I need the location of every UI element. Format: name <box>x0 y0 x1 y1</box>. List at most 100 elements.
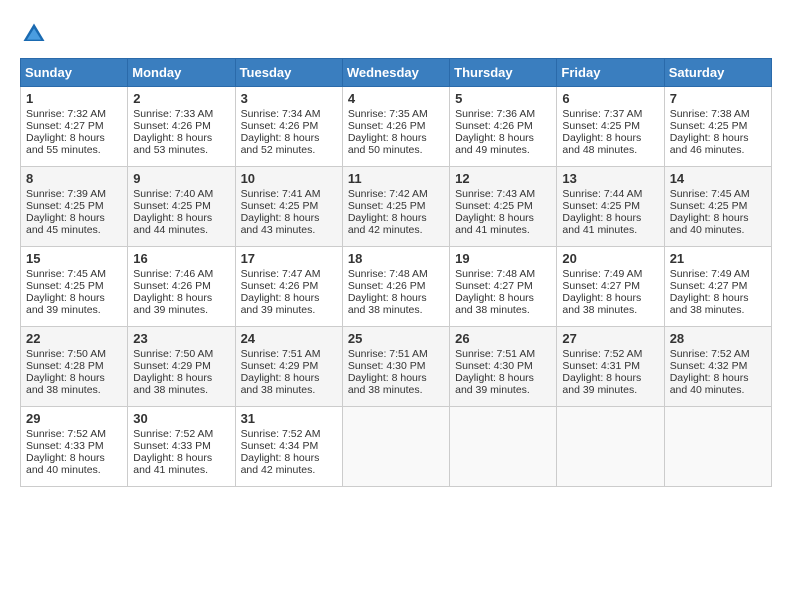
daylight-text: Daylight: 8 hours and 44 minutes. <box>133 212 212 236</box>
daylight-text: Daylight: 8 hours and 38 minutes. <box>133 372 212 396</box>
sunrise-text: Sunrise: 7:49 AM <box>670 268 750 280</box>
daylight-text: Daylight: 8 hours and 41 minutes. <box>455 212 534 236</box>
day-number: 3 <box>241 91 337 106</box>
sunrise-text: Sunrise: 7:45 AM <box>26 268 106 280</box>
sunset-text: Sunset: 4:31 PM <box>562 360 640 372</box>
day-number: 1 <box>26 91 122 106</box>
calendar-cell: 24Sunrise: 7:51 AMSunset: 4:29 PMDayligh… <box>235 327 342 407</box>
sunset-text: Sunset: 4:27 PM <box>670 280 748 292</box>
sunrise-text: Sunrise: 7:38 AM <box>670 108 750 120</box>
daylight-text: Daylight: 8 hours and 50 minutes. <box>348 132 427 156</box>
sunrise-text: Sunrise: 7:49 AM <box>562 268 642 280</box>
daylight-text: Daylight: 8 hours and 38 minutes. <box>670 292 749 316</box>
calendar-week-row: 15Sunrise: 7:45 AMSunset: 4:25 PMDayligh… <box>21 247 772 327</box>
day-number: 23 <box>133 331 229 346</box>
day-number: 18 <box>348 251 444 266</box>
sunset-text: Sunset: 4:34 PM <box>241 440 319 452</box>
daylight-text: Daylight: 8 hours and 43 minutes. <box>241 212 320 236</box>
sunset-text: Sunset: 4:26 PM <box>348 120 426 132</box>
calendar-cell: 2Sunrise: 7:33 AMSunset: 4:26 PMDaylight… <box>128 87 235 167</box>
sunrise-text: Sunrise: 7:46 AM <box>133 268 213 280</box>
calendar-cell: 22Sunrise: 7:50 AMSunset: 4:28 PMDayligh… <box>21 327 128 407</box>
calendar-cell: 9Sunrise: 7:40 AMSunset: 4:25 PMDaylight… <box>128 167 235 247</box>
daylight-text: Daylight: 8 hours and 38 minutes. <box>562 292 641 316</box>
calendar-cell: 6Sunrise: 7:37 AMSunset: 4:25 PMDaylight… <box>557 87 664 167</box>
calendar-cell: 4Sunrise: 7:35 AMSunset: 4:26 PMDaylight… <box>342 87 449 167</box>
calendar-cell: 15 Sunrise: 7:45 AMSunset: 4:25 PMDayligh… <box>21 247 128 327</box>
day-number: 30 <box>133 411 229 426</box>
sunrise-text: Sunrise: 7:32 AM <box>26 108 106 120</box>
day-number: 21 <box>670 251 766 266</box>
sunrise-text: Sunrise: 7:37 AM <box>562 108 642 120</box>
logo <box>20 20 52 48</box>
sunset-text: Sunset: 4:25 PM <box>670 120 748 132</box>
day-number: 20 <box>562 251 658 266</box>
sunrise-text: Sunrise: 7:36 AM <box>455 108 535 120</box>
calendar-cell: 27Sunrise: 7:52 AMSunset: 4:31 PMDayligh… <box>557 327 664 407</box>
daylight-text: Daylight: 8 hours and 42 minutes. <box>241 452 320 476</box>
calendar-cell: 23Sunrise: 7:50 AMSunset: 4:29 PMDayligh… <box>128 327 235 407</box>
sunrise-text: Sunrise: 7:44 AM <box>562 188 642 200</box>
calendar-cell: 26Sunrise: 7:51 AMSunset: 4:30 PMDayligh… <box>450 327 557 407</box>
sunset-text: Sunset: 4:25 PM <box>241 200 319 212</box>
sunset-text: Sunset: 4:33 PM <box>133 440 211 452</box>
sunrise-text: Sunrise: 7:40 AM <box>133 188 213 200</box>
daylight-text: Daylight: 8 hours and 39 minutes. <box>26 292 105 316</box>
calendar-week-row: 29Sunrise: 7:52 AMSunset: 4:33 PMDayligh… <box>21 407 772 487</box>
sunrise-text: Sunrise: 7:52 AM <box>241 428 321 440</box>
calendar-cell: 11Sunrise: 7:42 AMSunset: 4:25 PMDayligh… <box>342 167 449 247</box>
daylight-text: Daylight: 8 hours and 39 minutes. <box>562 372 641 396</box>
sunset-text: Sunset: 4:27 PM <box>26 120 104 132</box>
calendar-cell: 5Sunrise: 7:36 AMSunset: 4:26 PMDaylight… <box>450 87 557 167</box>
sunset-text: Sunset: 4:30 PM <box>455 360 533 372</box>
day-number: 7 <box>670 91 766 106</box>
calendar-cell <box>450 407 557 487</box>
calendar-cell: 18 Sunrise: 7:48 AMSunset: 4:26 PMDayligh… <box>342 247 449 327</box>
sunrise-text: Sunrise: 7:43 AM <box>455 188 535 200</box>
daylight-text: Daylight: 8 hours and 42 minutes. <box>348 212 427 236</box>
calendar-cell: 28Sunrise: 7:52 AMSunset: 4:32 PMDayligh… <box>664 327 771 407</box>
sunset-text: Sunset: 4:25 PM <box>562 200 640 212</box>
sunrise-text: Sunrise: 7:48 AM <box>348 268 428 280</box>
calendar-table: SundayMondayTuesdayWednesdayThursdayFrid… <box>20 58 772 487</box>
sunrise-text: Sunrise: 7:34 AM <box>241 108 321 120</box>
day-number: 11 <box>348 171 444 186</box>
sunrise-text: Sunrise: 7:50 AM <box>133 348 213 360</box>
logo-icon <box>20 20 48 48</box>
day-number: 17 <box>241 251 337 266</box>
day-number: 31 <box>241 411 337 426</box>
day-number: 13 <box>562 171 658 186</box>
sunset-text: Sunset: 4:26 PM <box>348 280 426 292</box>
day-number: 2 <box>133 91 229 106</box>
day-number: 22 <box>26 331 122 346</box>
day-number: 27 <box>562 331 658 346</box>
calendar-cell: 3Sunrise: 7:34 AMSunset: 4:26 PMDaylight… <box>235 87 342 167</box>
calendar-cell: 21 Sunrise: 7:49 AMSunset: 4:27 PMDayligh… <box>664 247 771 327</box>
sunrise-text: Sunrise: 7:50 AM <box>26 348 106 360</box>
sunrise-text: Sunrise: 7:33 AM <box>133 108 213 120</box>
sunset-text: Sunset: 4:26 PM <box>133 280 211 292</box>
calendar-cell: 19Sunrise: 7:48 AMSunset: 4:27 PMDayligh… <box>450 247 557 327</box>
daylight-text: Daylight: 8 hours and 38 minutes. <box>455 292 534 316</box>
sunset-text: Sunset: 4:26 PM <box>133 120 211 132</box>
daylight-text: Daylight: 8 hours and 40 minutes. <box>670 212 749 236</box>
daylight-text: Daylight: 8 hours and 38 minutes. <box>348 292 427 316</box>
sunset-text: Sunset: 4:26 PM <box>241 120 319 132</box>
calendar-week-row: 1Sunrise: 7:32 AMSunset: 4:27 PMDaylight… <box>21 87 772 167</box>
calendar-cell: 17Sunrise: 7:47 AMSunset: 4:26 PMDayligh… <box>235 247 342 327</box>
daylight-text: Daylight: 8 hours and 48 minutes. <box>562 132 641 156</box>
sunset-text: Sunset: 4:27 PM <box>455 280 533 292</box>
calendar-week-row: 8Sunrise: 7:39 AMSunset: 4:25 PMDaylight… <box>21 167 772 247</box>
sunrise-text: Sunrise: 7:51 AM <box>348 348 428 360</box>
day-number: 9 <box>133 171 229 186</box>
sunrise-text: Sunrise: 7:52 AM <box>133 428 213 440</box>
calendar-cell: 30Sunrise: 7:52 AMSunset: 4:33 PMDayligh… <box>128 407 235 487</box>
day-number: 15 <box>26 251 122 266</box>
daylight-text: Daylight: 8 hours and 41 minutes. <box>562 212 641 236</box>
day-number: 5 <box>455 91 551 106</box>
sunset-text: Sunset: 4:25 PM <box>26 280 104 292</box>
weekday-header: Tuesday <box>235 59 342 87</box>
day-number: 8 <box>26 171 122 186</box>
daylight-text: Daylight: 8 hours and 55 minutes. <box>26 132 105 156</box>
daylight-text: Daylight: 8 hours and 45 minutes. <box>26 212 105 236</box>
